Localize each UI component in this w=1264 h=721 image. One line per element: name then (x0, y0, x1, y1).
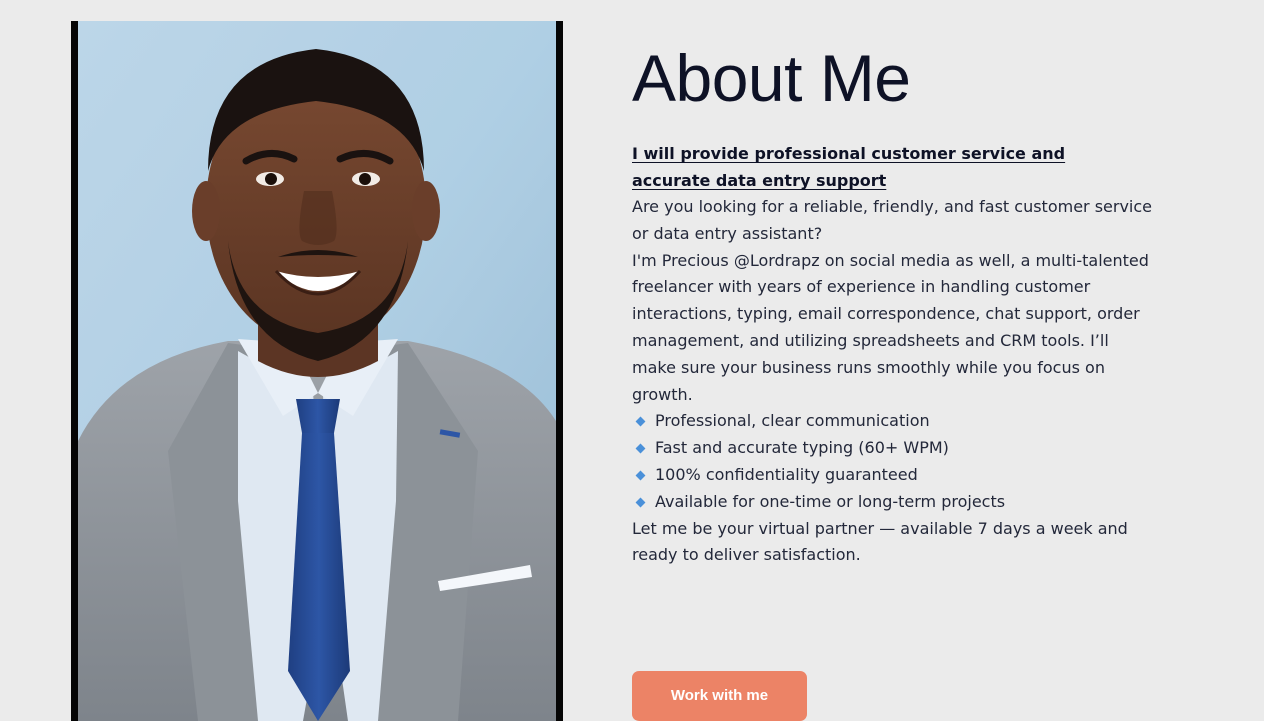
feature-label: Professional, clear communication (655, 411, 930, 431)
page-title: About Me (632, 41, 911, 115)
diamond-bullet-icon (635, 416, 646, 427)
feature-item: Available for one-time or long-term proj… (632, 489, 1152, 516)
feature-item: 100% confidentiality guaranteed (632, 462, 1152, 489)
diamond-bullet-icon (635, 470, 646, 481)
bio-text: I'm Precious @Lordrapz on social media a… (632, 250, 1149, 404)
feature-item: Professional, clear communication (632, 408, 1152, 435)
profile-photo (78, 21, 556, 721)
feature-list: Professional, clear communication Fast a… (632, 408, 1152, 515)
feature-label: Fast and accurate typing (60+ WPM) (655, 438, 949, 458)
intro-text: Are you looking for a reliable, friendly… (632, 197, 1153, 243)
feature-item: Fast and accurate typing (60+ WPM) (632, 435, 1152, 462)
diamond-bullet-icon (635, 443, 646, 454)
work-with-me-button[interactable]: Work with me (632, 671, 807, 721)
feature-label: 100% confidentiality guaranteed (655, 464, 918, 484)
profile-photo-frame (71, 21, 563, 721)
diamond-bullet-icon (635, 497, 646, 508)
feature-label: Available for one-time or long-term proj… (655, 491, 1006, 511)
service-headline: I will provide professional customer ser… (632, 144, 1066, 190)
closing-text: Let me be your virtual partner — availab… (632, 518, 1128, 565)
about-section: About Me I will provide professional cus… (632, 38, 1152, 569)
